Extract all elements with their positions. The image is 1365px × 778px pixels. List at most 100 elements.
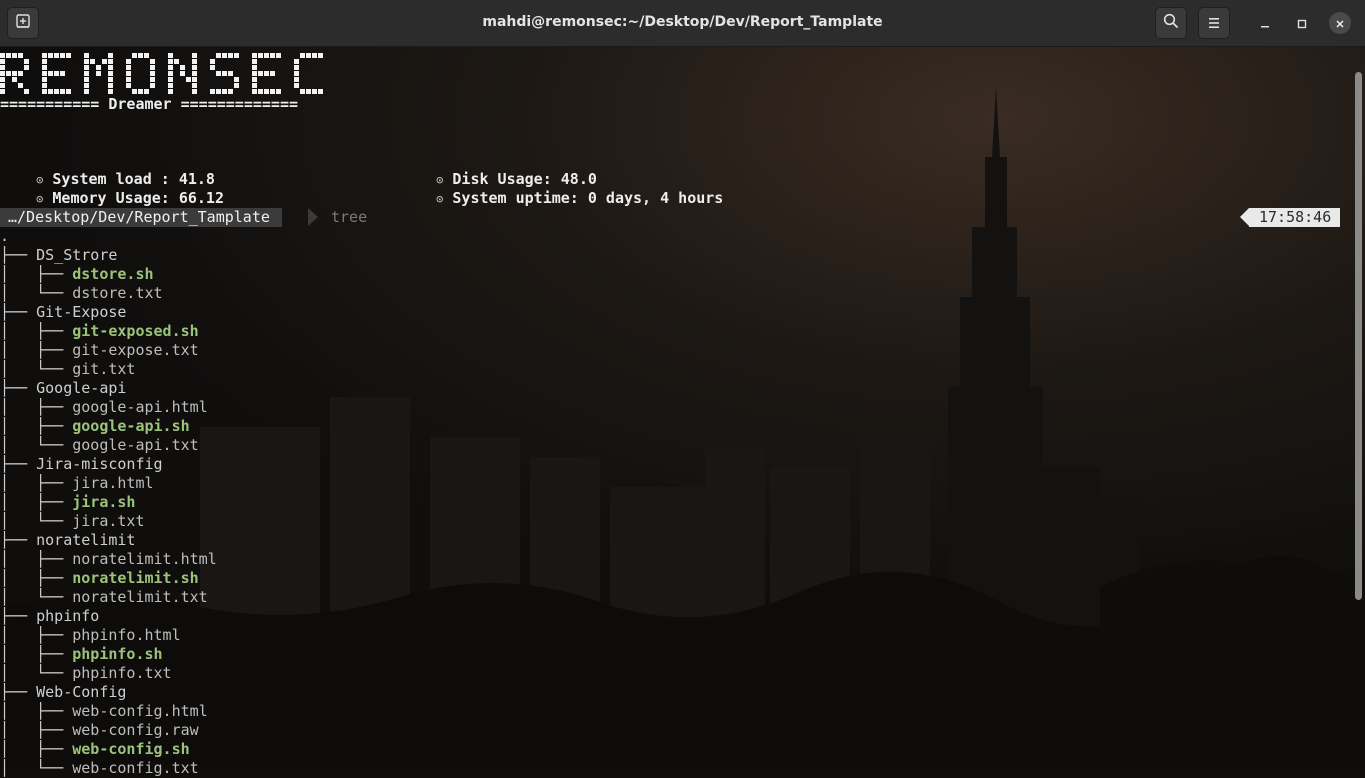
- uptime-line: ⊙ System uptime: 0 days, 4 hours: [400, 170, 723, 228]
- banner-subtitle: =========== Dreamer =============: [0, 95, 299, 113]
- maximize-icon: [1297, 14, 1307, 33]
- tree-file: │ ├── dstore.sh: [0, 265, 154, 284]
- file-name: google-api.html: [72, 398, 208, 416]
- memory-usage: Memory Usage: 66.12: [52, 189, 224, 207]
- logo-letter: [294, 53, 323, 94]
- prompt-separator-icon: [308, 208, 318, 226]
- file-name: jira.txt: [72, 512, 145, 530]
- file-name: google-api.sh: [72, 417, 190, 435]
- file-name: google-api.txt: [72, 436, 199, 454]
- file-name: dstore.sh: [72, 265, 154, 283]
- file-name: phpinfo.sh: [72, 645, 163, 663]
- prompt-clock: 17:58:46: [1249, 208, 1341, 227]
- directory-name: DS_Strore: [36, 246, 118, 264]
- minimize-icon: [1260, 14, 1270, 33]
- tree-file: │ └── google-api.txt: [0, 436, 199, 455]
- menu-button[interactable]: [1198, 7, 1230, 39]
- maximize-button[interactable]: [1291, 12, 1313, 34]
- tree-directory: ├── Google-api: [0, 379, 126, 398]
- tree-branch: ├──: [0, 303, 37, 321]
- tree-branch: ├──: [0, 455, 37, 473]
- tree-file: │ ├── git-exposed.sh: [0, 322, 199, 341]
- tree-branch: ├──: [0, 246, 37, 264]
- file-name: web-config.html: [72, 702, 208, 720]
- tree-directory: ├── Git-Expose: [0, 303, 126, 322]
- remonsec-logo: [0, 53, 332, 99]
- tree-branch: │ ├──: [0, 265, 73, 283]
- tree-file: │ └── dstore.txt: [0, 284, 163, 303]
- file-name: phpinfo.txt: [72, 664, 172, 682]
- file-name: dstore.txt: [72, 284, 163, 302]
- tree-directory: ├── DS_Strore: [0, 246, 117, 265]
- close-icon: [1335, 14, 1345, 33]
- tree-branch: ├──: [0, 379, 37, 397]
- tree-file: │ └── jira.txt: [0, 512, 145, 531]
- tree-directory: ├── noratelimit: [0, 531, 135, 550]
- tree-branch: │ └──: [0, 664, 73, 682]
- directory-name: Jira-misconfig: [36, 455, 163, 473]
- logo-letter: [210, 53, 239, 94]
- tree-file: │ └── git.txt: [0, 360, 135, 379]
- file-name: web-config.txt: [72, 759, 199, 777]
- tree-file: │ ├── web-config.raw: [0, 721, 199, 740]
- directory-name: phpinfo: [36, 607, 100, 625]
- prompt-command: tree: [331, 208, 368, 226]
- hamburger-menu-icon: [1207, 14, 1221, 33]
- file-name: jira.sh: [72, 493, 136, 511]
- tree-directory: ├── Web-Config: [0, 683, 126, 702]
- tree-branch: │ ├──: [0, 740, 73, 758]
- directory-name: noratelimit: [36, 531, 136, 549]
- clock-separator-icon: [1240, 208, 1249, 226]
- tree-branch: │ ├──: [0, 417, 73, 435]
- file-name: git-exposed.sh: [72, 322, 199, 340]
- minimize-button[interactable]: [1254, 12, 1276, 34]
- terminal-scrollbar[interactable]: [1355, 72, 1362, 600]
- logo-letter: [126, 53, 155, 94]
- tree-branch: │ ├──: [0, 493, 73, 511]
- tree-file: │ ├── web-config.html: [0, 702, 208, 721]
- tree-branch: │ ├──: [0, 341, 73, 359]
- directory-name: Google-api: [36, 379, 127, 397]
- logo-letter: [0, 53, 29, 94]
- tree-file: │ ├── jira.sh: [0, 493, 135, 512]
- tree-directory: ├── phpinfo: [0, 607, 99, 626]
- search-button[interactable]: [1155, 7, 1187, 39]
- file-name: web-config.raw: [72, 721, 199, 739]
- tree-branch: │ └──: [0, 436, 73, 454]
- terminal-output[interactable]: =========== Dreamer ============= ⊙ Syst…: [0, 47, 1350, 777]
- file-name: noratelimit.txt: [72, 588, 208, 606]
- file-name: jira.html: [72, 474, 154, 492]
- directory-name: Git-Expose: [36, 303, 127, 321]
- tree-branch: │ └──: [0, 759, 73, 777]
- tree-file: │ └── web-config.txt: [0, 759, 199, 778]
- tree-directory: ├── Jira-misconfig: [0, 455, 163, 474]
- tree-file: │ ├── phpinfo.html: [0, 626, 181, 645]
- system-uptime: System uptime: 0 days, 4 hours: [452, 189, 724, 207]
- tree-file: │ ├── noratelimit.html: [0, 550, 217, 569]
- tree-branch: │ ├──: [0, 550, 73, 568]
- prompt-path-segment: …/Desktop/Dev/Report_Tamplate: [0, 208, 282, 227]
- tree-branch: │ └──: [0, 588, 73, 606]
- bullet-icon: ⊙: [36, 192, 44, 206]
- tree-branch: ├──: [0, 683, 37, 701]
- tree-file: │ ├── noratelimit.sh: [0, 569, 199, 588]
- window-titlebar: mahdi@remonsec:~/Desktop/Dev/Report_Tamp…: [0, 0, 1365, 47]
- search-icon: [1163, 13, 1179, 33]
- bullet-icon: ⊙: [436, 192, 444, 206]
- logo-letter: [42, 53, 71, 94]
- tree-file: │ ├── jira.html: [0, 474, 154, 493]
- file-name: web-config.sh: [72, 740, 190, 758]
- tree-root: .: [0, 227, 10, 245]
- tree-branch: │ ├──: [0, 322, 73, 340]
- tree-file: │ ├── google-api.html: [0, 398, 208, 417]
- tree-branch: │ ├──: [0, 721, 73, 739]
- tree-branch: ├──: [0, 531, 37, 549]
- tree-branch: │ ├──: [0, 645, 73, 663]
- logo-letter: [84, 53, 113, 94]
- tree-file: │ ├── google-api.sh: [0, 417, 190, 436]
- logo-letter: [168, 53, 197, 94]
- tree-branch: ├──: [0, 607, 37, 625]
- close-button[interactable]: [1329, 12, 1351, 34]
- tree-file: │ ├── phpinfo.sh: [0, 645, 163, 664]
- file-name: noratelimit.html: [72, 550, 217, 568]
